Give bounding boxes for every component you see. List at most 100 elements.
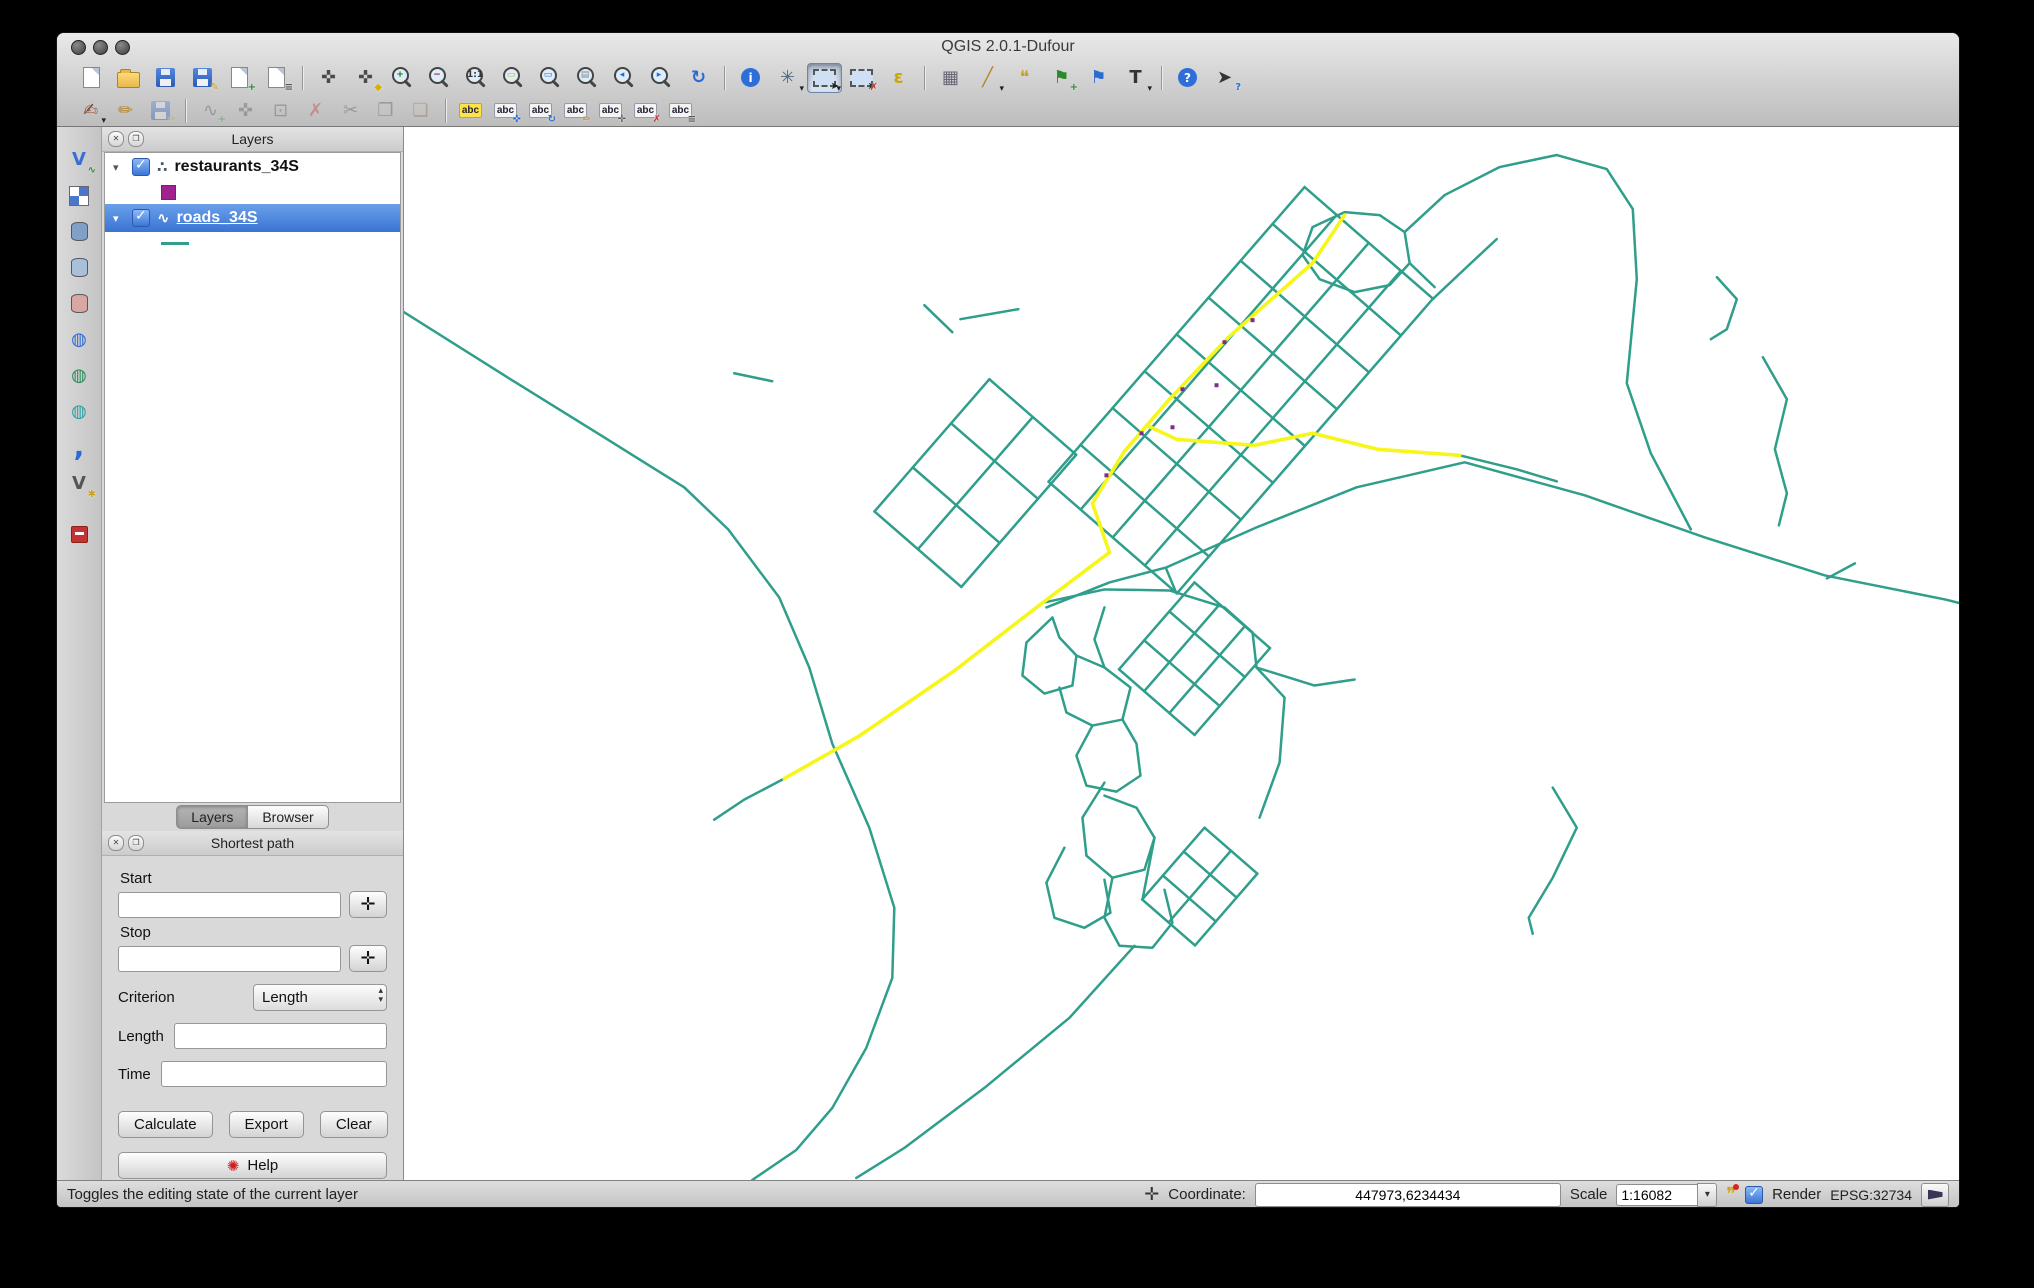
clear-button[interactable]: Clear [319, 1111, 388, 1138]
labeling-button[interactable]: abc [454, 97, 487, 125]
composer-manager-button[interactable]: ≡ [259, 63, 294, 93]
add-postgis-layer-button[interactable] [61, 215, 97, 248]
open-attribute-table-button[interactable]: ▦ [933, 63, 968, 93]
zoom-to-layer-button[interactable]: ▤ [570, 63, 605, 93]
move-feature-button[interactable]: ✜ [229, 97, 262, 125]
show-bookmarks-button[interactable]: ⚑ [1081, 63, 1116, 93]
save-layer-edits-button[interactable]: ✏ [144, 97, 177, 125]
help-contents-button[interactable]: ? [1170, 63, 1205, 93]
add-spatialite-layer-button[interactable] [61, 251, 97, 284]
toggle-editing-button[interactable]: ✏ [109, 97, 142, 125]
pan-to-selection-button[interactable]: ✜ ◆ [348, 63, 383, 93]
move-label-button[interactable]: abc ✜ [489, 97, 522, 125]
calculate-button[interactable]: Calculate [118, 1111, 213, 1138]
layer-symbol-swatch[interactable] [161, 242, 189, 245]
cut-features-button[interactable]: ✂ [334, 97, 367, 125]
select-features-button[interactable]: ▾ [807, 62, 842, 94]
layer-item-restaurants_34S[interactable]: ▾ ∴ restaurants_34S [105, 153, 400, 181]
zoom-last-button[interactable]: ◂ [607, 63, 642, 93]
new-project-button[interactable] [74, 63, 109, 93]
expand-arrow-icon[interactable]: ▾ [113, 161, 125, 174]
rotate-label-button[interactable]: abc ↻ [524, 97, 557, 125]
add-raster-layer-button[interactable] [61, 179, 97, 212]
float-panel-icon[interactable]: ❐ [128, 835, 144, 851]
refresh-map-icon: ↻ [690, 66, 707, 88]
close-button[interactable] [71, 40, 86, 55]
save-project-button[interactable] [148, 63, 183, 93]
zoom-full-button[interactable]: ▭ [496, 63, 531, 93]
new-bookmark-icon: ⚑ + [1053, 66, 1078, 93]
add-wcs-layer-button[interactable]: ◍ [61, 359, 97, 392]
new-shapefile-layer-button[interactable]: V ✱ [61, 467, 97, 500]
deselect-all-button[interactable]: ✗ [844, 63, 879, 93]
zoom-next-button[interactable]: ▸ [644, 63, 679, 93]
length-input[interactable] [173, 1023, 387, 1049]
change-label-button[interactable]: abc ✏ [559, 97, 592, 125]
zoom-native-button[interactable]: 1:1 [459, 63, 494, 93]
paste-features-button[interactable]: ❏ [404, 97, 437, 125]
help-button[interactable]: ✺ Help [118, 1152, 387, 1179]
cut-features-icon: ✂ [342, 99, 359, 121]
current-edits-button[interactable]: ✍ ▾ [74, 97, 107, 126]
tab-browser[interactable]: Browser [247, 805, 329, 829]
add-vector-layer-button[interactable]: V ∿ [61, 143, 97, 176]
open-project-button[interactable] [111, 63, 146, 93]
map-canvas[interactable] [404, 127, 1959, 1180]
node-tool-button[interactable]: ⊡ [264, 97, 297, 125]
text-annotation-button[interactable]: T ▾ [1118, 63, 1153, 94]
layer-symbol-swatch[interactable] [161, 185, 176, 200]
expand-arrow-icon[interactable]: ▾ [113, 212, 125, 225]
pan-map-button[interactable]: ✜ [311, 63, 346, 93]
export-button[interactable]: Export [228, 1111, 304, 1138]
add-feature-button[interactable]: ∿ + [194, 97, 227, 125]
copy-features-button[interactable]: ❐ [369, 97, 402, 125]
add-wms-layer-button[interactable]: ◍ [61, 323, 97, 356]
stop-capture-button[interactable]: ✛ [349, 945, 387, 972]
zoom-button[interactable] [115, 40, 130, 55]
new-print-composer-button[interactable]: + [222, 63, 257, 93]
pin-labels-button[interactable]: abc ✛ [594, 97, 627, 125]
select-by-expression-button[interactable]: ε [881, 63, 916, 93]
layer-checkbox[interactable] [132, 208, 150, 227]
remove-layer-button[interactable] [61, 518, 97, 551]
run-feature-action-button[interactable]: ✳ ▾ [770, 63, 805, 94]
close-panel-icon[interactable]: ✕ [108, 131, 124, 147]
title-bar[interactable]: QGIS 2.0.1-Dufour [57, 33, 1959, 60]
render-checkbox[interactable] [1745, 1185, 1764, 1204]
time-input[interactable] [160, 1061, 387, 1087]
refresh-map-button[interactable]: ↻ [681, 63, 716, 93]
zoom-to-selection-button[interactable]: ▭ [533, 63, 568, 93]
scale-input[interactable] [1616, 1183, 1698, 1206]
identify-features-button[interactable]: i [733, 63, 768, 93]
layer-checkbox[interactable] [132, 157, 150, 176]
restaurant-point [1250, 318, 1255, 323]
tab-layers[interactable]: Layers [176, 805, 248, 829]
show-hide-labels-button[interactable]: abc ✗ [629, 97, 662, 125]
add-wfs-layer-button[interactable]: ◍ [61, 395, 97, 428]
coordinate-input[interactable] [1254, 1182, 1561, 1207]
delete-selected-button[interactable]: ✗ [299, 97, 332, 125]
label-properties-button[interactable]: abc ≡ [664, 97, 697, 125]
start-capture-button[interactable]: ✛ [349, 891, 387, 918]
map-tips-button[interactable]: ❝ [1007, 63, 1042, 93]
float-panel-icon[interactable]: ❐ [128, 131, 144, 147]
log-messages-icon[interactable]: ❞ [1726, 1183, 1740, 1204]
scale-label: Scale [1569, 1186, 1608, 1203]
criterion-select[interactable]: Length ▴ ▾ [253, 984, 387, 1011]
measure-button[interactable]: ╱ ▾ [970, 63, 1005, 94]
new-bookmark-button[interactable]: ⚑ + [1044, 63, 1079, 93]
close-panel-icon[interactable]: ✕ [108, 835, 124, 851]
start-input[interactable] [118, 891, 341, 918]
add-oracle-layer-button[interactable] [61, 287, 97, 320]
restaurant-point [1214, 383, 1219, 388]
whats-this-button[interactable]: ➤? [1207, 63, 1242, 93]
add-delimited-text-layer-button[interactable]: , [61, 431, 97, 464]
minimize-button[interactable] [93, 40, 108, 55]
layer-item-roads_34S[interactable]: ▾ ∿ roads_34S [105, 204, 400, 232]
zoom-out-button[interactable]: − [422, 63, 457, 93]
zoom-in-button[interactable]: + [385, 63, 420, 93]
crs-status-button[interactable] [1921, 1182, 1949, 1207]
scale-dropdown-icon[interactable]: ▾ [1697, 1182, 1718, 1207]
stop-input[interactable] [118, 945, 341, 972]
save-project-as-button[interactable]: ✎ [185, 63, 220, 93]
